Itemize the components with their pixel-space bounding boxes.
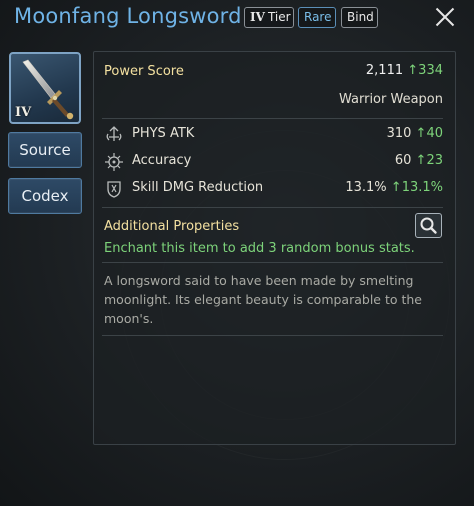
- stat-number: 310: [386, 126, 412, 141]
- weapon-type: Warrior Weapon: [339, 92, 443, 107]
- additional-properties-text: Enchant this item to add 3 random bonus …: [104, 241, 415, 256]
- tier-roman: IV: [250, 10, 265, 24]
- source-button[interactable]: Source: [8, 132, 82, 168]
- magnifier-icon: [420, 217, 437, 234]
- divider: [102, 118, 443, 119]
- tier-tag: IV Tier: [244, 7, 294, 28]
- close-icon[interactable]: [433, 5, 457, 29]
- item-description: A longsword said to have been made by sm…: [104, 273, 422, 326]
- stat-value: 13.1% ↑13.1%: [345, 180, 443, 195]
- item-header: Moonfang Longsword IV Tier Rare Bind: [0, 0, 474, 40]
- stat-increase: ↑13.1%: [390, 180, 443, 195]
- codex-button[interactable]: Codex: [8, 178, 82, 214]
- stat-number: 60: [394, 153, 412, 168]
- stat-row: PHYS ATK 310 ↑40: [104, 124, 443, 146]
- power-score-value: 2,111 ↑334: [366, 63, 443, 78]
- stat-increase: ↑23: [415, 153, 443, 168]
- rarity-tag: Rare: [298, 7, 336, 28]
- stat-name: PHYS ATK: [132, 126, 195, 141]
- stat-increase: ↑40: [415, 126, 443, 141]
- target-icon: [105, 153, 123, 171]
- additional-properties-title: Additional Properties: [104, 219, 240, 234]
- divider: [102, 335, 443, 336]
- stat-delta: 13.1%: [401, 180, 443, 195]
- stat-row: Skill DMG Reduction 13.1% ↑13.1%: [104, 178, 443, 200]
- stat-value: 60 ↑23: [395, 153, 443, 168]
- divider: [102, 207, 443, 208]
- stat-delta: 23: [426, 153, 443, 168]
- item-portrait: IV: [9, 52, 81, 124]
- icon-tier-badge: IV: [15, 105, 32, 120]
- item-name: Moonfang Longsword: [14, 4, 242, 28]
- shield-sword-icon: [107, 181, 121, 198]
- tier-label: Tier: [267, 10, 291, 24]
- power-score-increase: ↑334: [407, 63, 443, 78]
- sword-crest-icon: [106, 126, 122, 141]
- divider: [102, 262, 443, 263]
- stat-delta: 40: [426, 126, 443, 141]
- stat-name: Accuracy: [132, 153, 192, 168]
- power-score-delta: 334: [418, 63, 443, 78]
- search-button[interactable]: [415, 213, 442, 238]
- stat-row: Accuracy 60 ↑23: [104, 151, 443, 173]
- item-details-panel: Power Score 2,111 ↑334 Warrior Weapon PH…: [93, 51, 456, 445]
- stat-value: 310 ↑40: [387, 126, 443, 141]
- stat-name: Skill DMG Reduction: [132, 180, 264, 195]
- stat-number: 13.1%: [345, 180, 387, 195]
- bind-tag: Bind: [341, 7, 378, 28]
- power-score-number: 2,111: [365, 63, 404, 78]
